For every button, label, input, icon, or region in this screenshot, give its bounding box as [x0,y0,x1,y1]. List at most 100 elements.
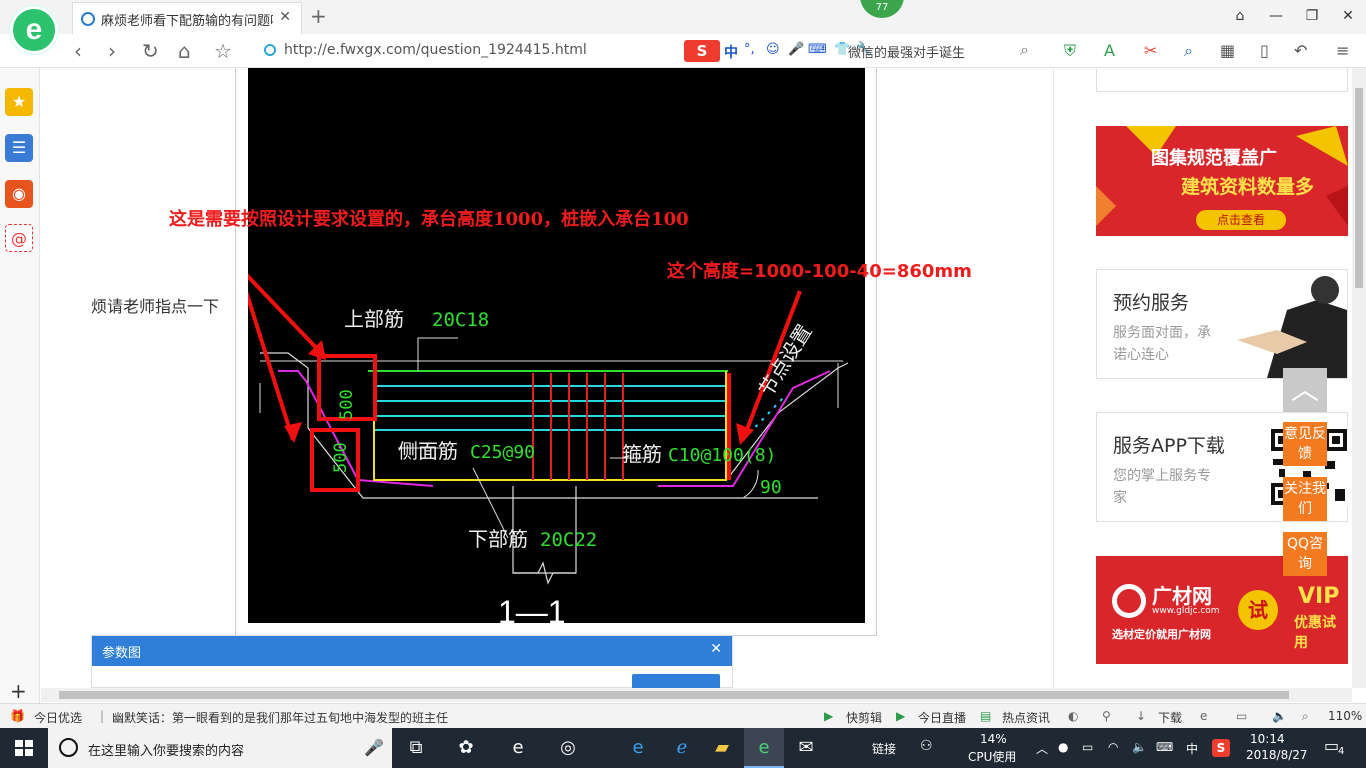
cad-angle: 90 [760,477,782,498]
live-icon[interactable]: ▶ [896,709,905,723]
active-browser-icon[interactable]: e [750,734,778,762]
volume-icon[interactable]: 🔈 [1272,709,1287,723]
sogou-tray-icon[interactable]: S [1212,739,1230,757]
file-explorer-icon[interactable]: ▰ [708,734,736,762]
taskbar-search-placeholder[interactable]: 在这里输入你要搜索的内容 [88,740,244,759]
download-link[interactable]: 下载 [1158,709,1182,726]
horizontal-scrollbar[interactable] [41,688,1352,702]
scissors-icon[interactable]: ✂ [1144,41,1157,60]
restore-icon[interactable]: ❐ [1294,0,1330,32]
gldjc-slogan: 选材定价就用广材网 [1112,628,1211,641]
feedback-button[interactable]: 意见反馈 [1283,422,1327,466]
zoom-icon[interactable]: ⌕ [1302,709,1309,724]
cpu-percent: 14% [980,732,1007,746]
news-icon[interactable]: ▤ [980,709,991,723]
browser-logo[interactable]: e [10,6,58,54]
translate-icon[interactable]: A [1104,41,1115,60]
search-icon[interactable]: ⌕ [1020,40,1029,60]
today-live-link[interactable]: 今日直播 [918,709,966,726]
today-pick-link[interactable]: 今日优选 [34,709,82,726]
phone-icon[interactable]: ▯ [1260,41,1269,60]
windows-start-icon[interactable] [0,728,48,768]
taskbar-search[interactable]: 在这里输入你要搜索的内容 🎤 [48,728,392,768]
menu-icon[interactable]: ≡ [1336,41,1349,60]
search-hint[interactable]: 微信的最强对手诞生 [848,42,965,61]
appointment-card[interactable]: 预约服务 服务面对面，承 诺心连心 [1096,269,1348,379]
favorites-star-icon[interactable]: ★ [5,88,33,116]
new-tab-button[interactable]: + [310,4,327,28]
address-bar[interactable]: http://e.fwxgx.com/question_1924415.html [258,39,678,63]
magnifier-icon[interactable]: ⌕ [1184,41,1193,61]
edge-icon[interactable]: e [624,734,652,762]
volume-tray-icon[interactable]: 🔈 [1132,740,1147,754]
horizontal-scroll-thumb[interactable] [59,691,1289,699]
browser-status-bar: 🎁 今日优选 | 幽默笑话：第一眼看到的是我们那年过五旬地中海发型的班主任 ▶ … [0,703,1366,729]
speed-icon[interactable]: ◐ [1068,709,1078,723]
apps-icon[interactable]: ▦ [1220,41,1235,60]
ime-indicator[interactable]: 中 [1186,740,1198,757]
microphone-icon[interactable]: 🎤 [364,738,384,757]
vertical-scroll-thumb[interactable] [1355,88,1363,288]
keyboard-icon[interactable]: ⌨ [1156,740,1173,754]
weibo-icon[interactable]: ◉ [5,180,33,208]
params-close-icon[interactable]: ✕ [710,641,722,657]
ime-keyboard-icon[interactable]: ⌨ [808,42,827,57]
tray-app-icon[interactable]: ● [1058,740,1068,754]
browser-tab[interactable]: 麻烦老师看下配筋输的有问题吗_ ✕ [72,2,302,34]
zoom-level[interactable]: 110% [1328,709,1362,723]
back-to-top-button[interactable]: ︿ [1283,368,1327,412]
banner1-button[interactable]: 点击查看 [1196,210,1286,230]
close-window-icon[interactable]: ✕ [1330,0,1366,32]
notification-icon[interactable]: ▭ [1324,736,1339,755]
points-badge[interactable]: 77 [860,0,904,18]
spiral-app-icon[interactable]: ◎ [554,734,582,762]
back-arrow-icon[interactable]: ‹ [74,39,82,63]
people-icon[interactable]: ⚇ [920,738,933,754]
home-icon[interactable]: ⌂ [178,39,191,63]
ime-mode[interactable]: 中 [724,42,738,62]
gift-icon[interactable]: 🎁 [10,709,25,723]
refresh-icon[interactable]: ↻ [142,39,159,63]
ime-mic-icon[interactable]: 🎤 [788,42,804,57]
quick-clip-icon[interactable]: ▶ [824,709,833,723]
ime-emoji-icon[interactable]: ☺ [766,42,780,57]
clock-time[interactable]: 10:14 [1250,732,1285,746]
tray-link[interactable]: 链接 [872,740,896,757]
undo-icon[interactable]: ↶ [1294,41,1307,60]
pin-icon[interactable]: ⚲ [1102,709,1111,723]
qq-consult-button[interactable]: QQ咨询 [1283,532,1327,576]
vertical-scrollbar[interactable] [1352,68,1366,688]
sogou-logo-icon[interactable]: S [684,40,720,62]
mail-app-icon[interactable]: ✉ [792,734,820,762]
add-sidebar-icon[interactable]: + [10,679,27,703]
news-ticker[interactable]: 幽默笑话：第一眼看到的是我们那年过五旬地中海发型的班主任 [112,709,448,726]
favorite-star-icon[interactable]: ☆ [214,39,232,63]
battery-icon[interactable]: ▭ [1082,740,1093,754]
follow-us-button[interactable]: 关注我们 [1283,477,1327,521]
tray-expand-icon[interactable]: ︿ [1036,740,1048,757]
ie-icon[interactable]: ℯ [668,734,696,762]
ime-punct[interactable]: °, [744,42,755,57]
mail-icon[interactable]: @ [5,224,33,252]
handshake-photo [1237,270,1347,378]
task-view-icon[interactable]: ⧉ [402,734,430,762]
clock-date[interactable]: 2018/8/27 [1246,748,1308,762]
reading-list-icon[interactable]: ☰ [5,134,33,162]
wifi-icon[interactable]: ◠ [1108,740,1118,754]
atlas-banner[interactable]: 图集规范覆盖广 建筑资料数量多 点击查看 [1096,126,1348,236]
ie-mode-icon[interactable]: e [1200,709,1207,723]
skin-icon[interactable]: ⌂ [1222,0,1258,32]
browser-e-icon[interactable]: e [504,734,532,762]
window-mode-icon[interactable]: ▭ [1236,709,1247,723]
quick-clip-link[interactable]: 快剪辑 [846,709,882,726]
address-url[interactable]: http://e.fwxgx.com/question_1924415.html [284,42,587,58]
fan-app-icon[interactable]: ✿ [452,734,480,762]
tab-close-icon[interactable]: ✕ [279,9,291,25]
download-icon[interactable]: ↓ [1136,709,1146,723]
params-panel: 参数图 ✕ [91,635,733,688]
shield-icon[interactable]: ⛨ [1064,41,1076,61]
minimize-icon[interactable]: — [1258,0,1294,32]
hot-news-link[interactable]: 热点资讯 [1002,709,1050,726]
forward-arrow-icon[interactable]: › [108,39,116,63]
params-action-button[interactable] [632,674,720,688]
